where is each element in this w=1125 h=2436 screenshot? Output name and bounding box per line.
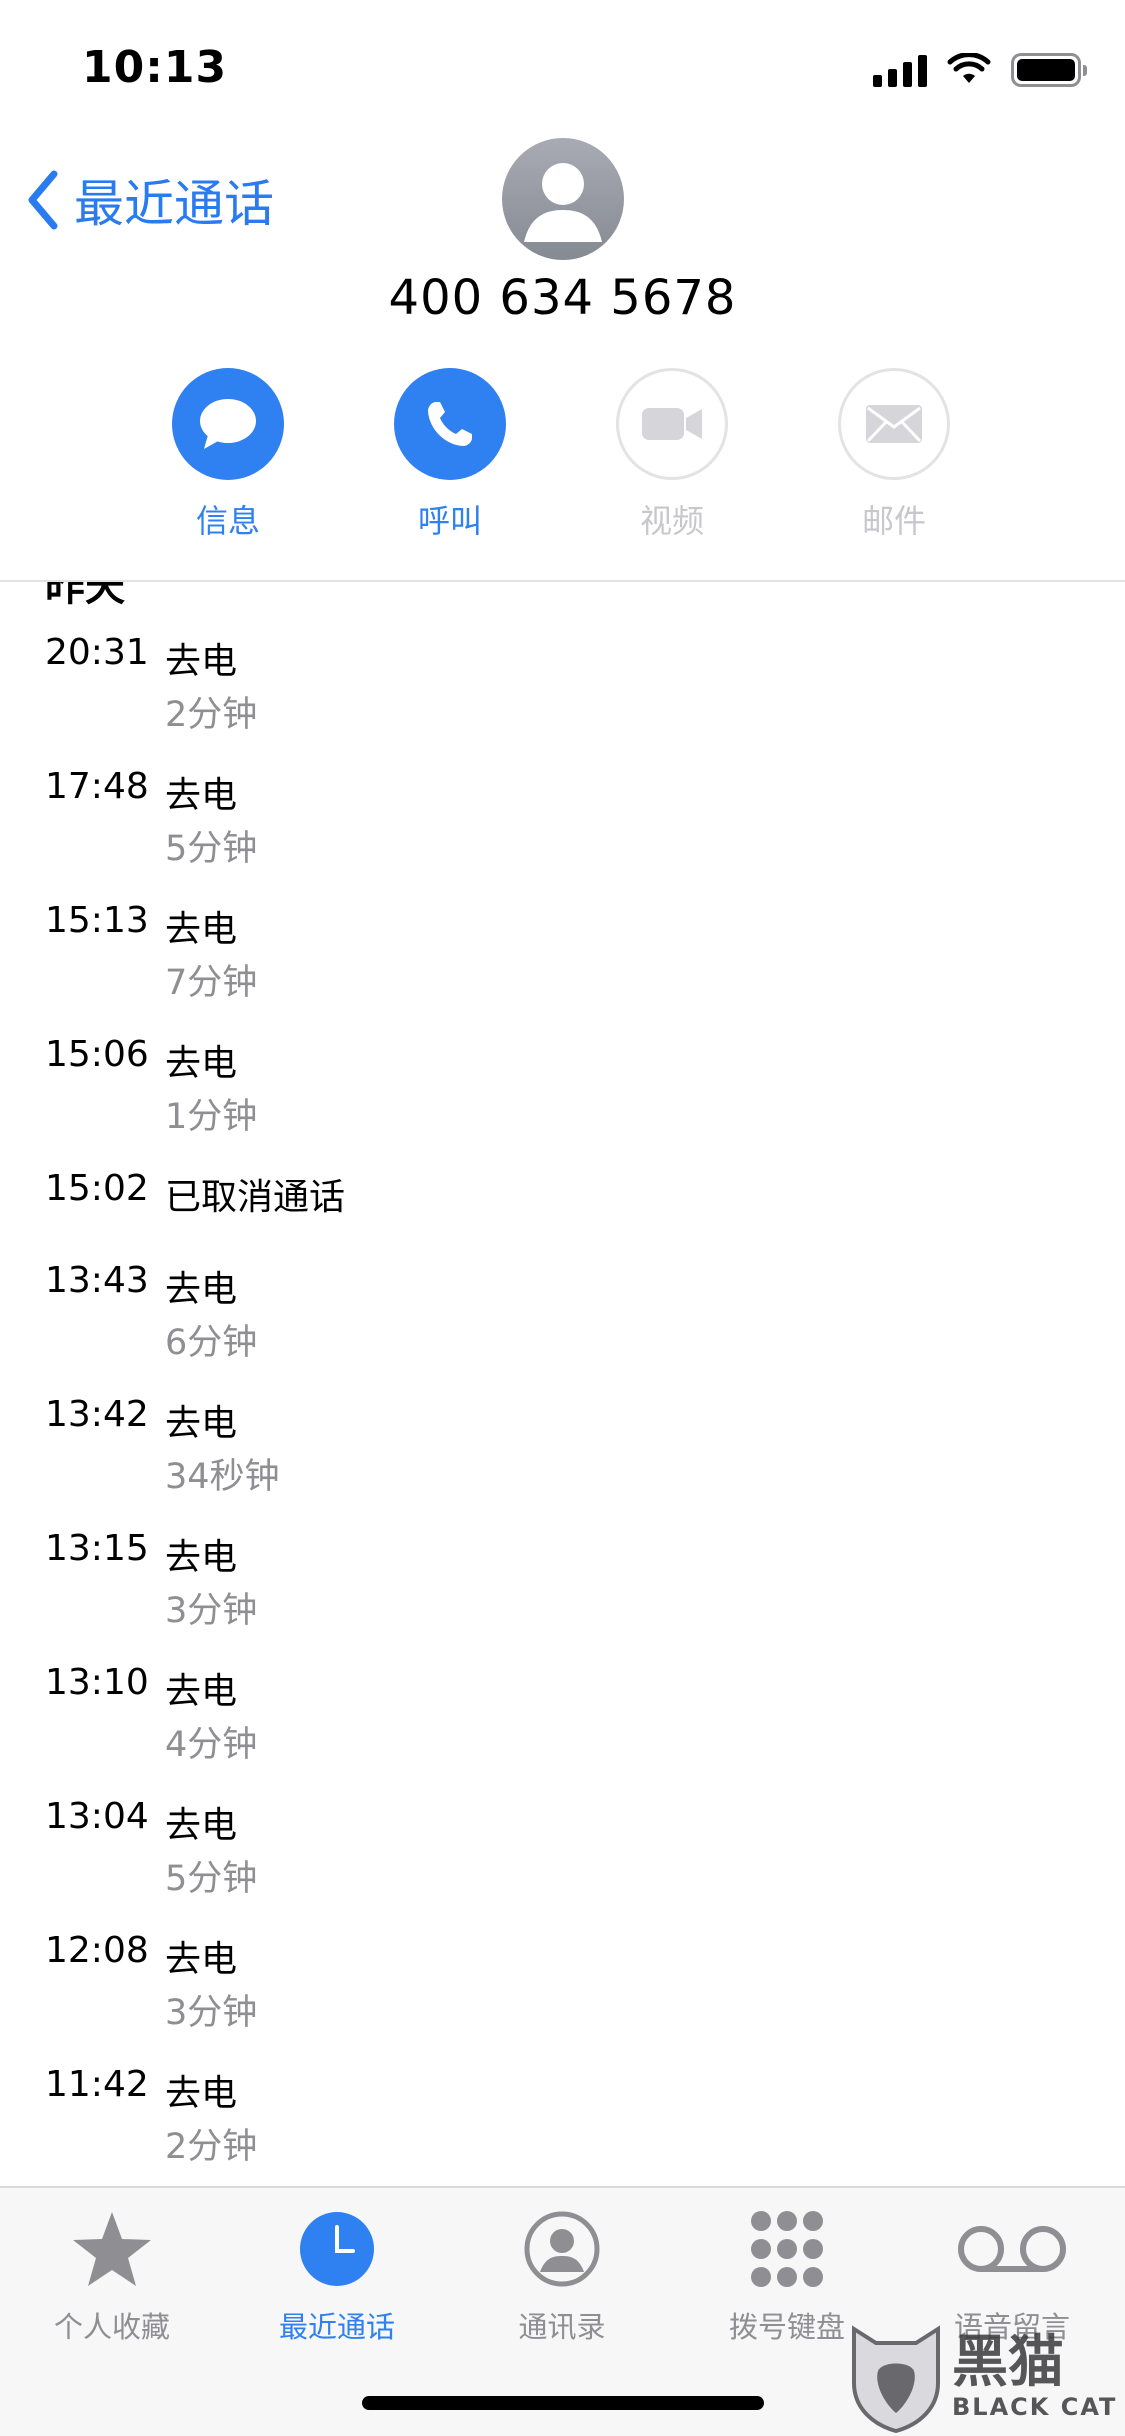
person-silhouette-icon [524, 163, 602, 242]
keypad-icon [751, 2211, 823, 2287]
video-button[interactable]: 视频 [602, 368, 742, 542]
call-duration: 2分钟 [165, 695, 258, 735]
star-icon [73, 2212, 151, 2286]
mail-button[interactable]: 邮件 [824, 368, 964, 542]
call-time: 13:10 [45, 1662, 149, 1703]
tab-recents[interactable]: 最近通话 [237, 2206, 437, 2346]
call-type: 去电 [165, 1537, 238, 1578]
call-type: 去电 [165, 1043, 238, 1084]
watermark-text: 黑猫 BLACK CAT [952, 2330, 1118, 2421]
tab-favorites[interactable]: 个人收藏 [12, 2206, 212, 2346]
contacts-icon [524, 2211, 600, 2287]
call-type: 去电 [165, 775, 238, 816]
mail-label: 邮件 [861, 502, 926, 540]
back-button[interactable]: 最近通话 [26, 165, 274, 235]
phone-icon [428, 402, 472, 446]
call-details-screen: 10:13 最近通话 400 634 5678 信息 呼叫 视频 邮件 昨天 2… [0, 0, 1125, 2436]
call-time: 15:06 [45, 1034, 149, 1075]
video-button-circle[interactable] [616, 368, 728, 480]
phone-number: 400 634 5678 [388, 270, 737, 326]
message-label: 信息 [195, 502, 260, 540]
call-type: 去电 [165, 909, 238, 950]
mail-icon [866, 405, 922, 443]
call-duration: 6分钟 [165, 1323, 258, 1363]
home-indicator[interactable] [362, 2396, 764, 2410]
call-time: 11:42 [45, 2064, 149, 2105]
call-time: 15:13 [45, 900, 149, 941]
status-bar: 10:13 [0, 0, 1125, 132]
call-time: 17:48 [45, 766, 149, 807]
status-icons [873, 50, 1087, 90]
call-type: 去电 [165, 1403, 238, 1444]
call-time: 13:43 [45, 1260, 149, 1301]
tab-contacts-label: 通讯录 [518, 2310, 606, 2344]
call-time: 15:02 [45, 1168, 149, 1209]
call-duration: 4分钟 [165, 1725, 258, 1765]
back-button-label: 最近通话 [74, 175, 274, 233]
cellular-signal-icon [873, 53, 927, 87]
video-icon [642, 408, 702, 440]
watermark-cn: 黑猫 [952, 2330, 1064, 2395]
call-duration: 2分钟 [165, 2127, 258, 2167]
call-duration: 7分钟 [165, 963, 258, 1003]
section-header: 昨天 [45, 582, 125, 610]
contact-avatar [502, 138, 624, 260]
call-duration: 5分钟 [165, 1859, 258, 1899]
call-time: 20:31 [45, 632, 149, 673]
call-history-list[interactable]: 昨天 20:31 去电 2分钟 17:48 去电 5分钟 15:13 去电 7分… [0, 582, 1125, 2186]
message-icon [200, 399, 256, 449]
call-duration: 1分钟 [165, 1097, 258, 1137]
tab-favorites-label: 个人收藏 [53, 2310, 170, 2344]
tab-recents-label: 最近通话 [278, 2310, 395, 2344]
call-type: 去电 [165, 2073, 238, 2114]
call-time: 13:15 [45, 1528, 149, 1569]
status-time: 10:13 [82, 42, 228, 93]
wifi-icon [947, 53, 991, 83]
call-label: 呼叫 [417, 502, 482, 540]
voicemail-icon [958, 2226, 1066, 2272]
tab-contacts[interactable]: 通讯录 [462, 2206, 662, 2346]
call-type: 已取消通话 [165, 1177, 346, 1218]
call-time: 12:08 [45, 1930, 149, 1971]
call-button[interactable]: 呼叫 [380, 368, 520, 542]
chevron-left-icon [28, 170, 58, 230]
call-type: 去电 [165, 1671, 238, 1712]
message-button[interactable]: 信息 [158, 368, 298, 542]
call-duration: 3分钟 [165, 1993, 258, 2033]
video-label: 视频 [639, 502, 704, 540]
call-duration: 34秒钟 [165, 1457, 280, 1497]
message-button-circle[interactable] [172, 368, 284, 480]
contact-actions: 信息 呼叫 视频 邮件 [0, 368, 1125, 540]
call-type: 去电 [165, 1805, 238, 1846]
watermark-en: BLACK CAT [952, 2393, 1118, 2421]
call-type: 去电 [165, 1939, 238, 1980]
call-time: 13:42 [45, 1394, 149, 1435]
watermark: 黑猫 BLACK CAT [848, 2318, 1118, 2436]
call-time: 13:04 [45, 1796, 149, 1837]
call-button-circle[interactable] [394, 368, 506, 480]
call-type: 去电 [165, 1269, 238, 1310]
battery-icon [1011, 53, 1087, 87]
black-cat-logo-icon [852, 2325, 940, 2433]
call-duration: 5分钟 [165, 829, 258, 869]
call-duration: 3分钟 [165, 1591, 258, 1631]
call-type: 去电 [165, 641, 238, 682]
clock-icon [300, 2212, 374, 2286]
mail-button-circle[interactable] [838, 368, 950, 480]
